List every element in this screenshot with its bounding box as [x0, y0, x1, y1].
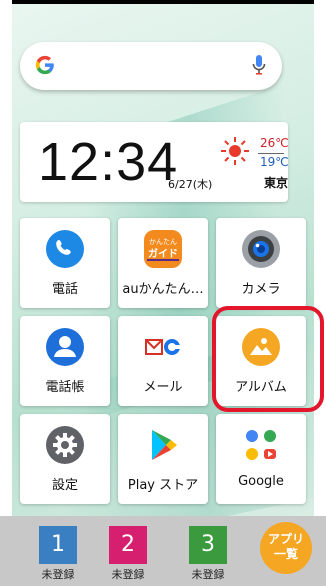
au-guide-icon-text-1: かんたん: [149, 238, 177, 246]
dock-shortcut-number: 1: [39, 526, 77, 564]
app-list-line1: アプリ: [267, 532, 304, 546]
sunny-weather-icon: [221, 137, 249, 165]
app-label: メール: [143, 380, 183, 395]
app-tile-au-kantan-guide[interactable]: かんたん ガイド auかんたん…: [118, 218, 208, 308]
dock-shortcut-number: 2: [109, 526, 147, 564]
app-tile-camera[interactable]: カメラ: [216, 218, 306, 308]
dock-shortcut-2[interactable]: 2 未登録: [98, 526, 158, 582]
app-label: 設定: [51, 478, 78, 493]
dock-shortcut-label: 未登録: [41, 568, 75, 581]
au-guide-icon-text-2: ガイド: [148, 247, 178, 260]
app-list-line2: 一覧: [273, 547, 298, 561]
album-highlight-frame: [212, 306, 324, 412]
app-tile-phone[interactable]: 電話: [20, 218, 110, 308]
app-tile-settings[interactable]: 設定: [20, 414, 110, 504]
dock-shortcut-3[interactable]: 3 未登録: [178, 526, 238, 582]
google-g-icon: [35, 55, 54, 75]
app-tile-contacts[interactable]: 電話帳: [20, 316, 110, 406]
app-label: 電話帳: [45, 380, 85, 395]
app-label: カメラ: [241, 282, 281, 297]
screen-left-margin: [0, 0, 12, 586]
dock-shortcut-1[interactable]: 1 未登録: [28, 526, 88, 582]
clock-date: 6/27(木): [168, 178, 213, 191]
au-kantan-guide-icon: かんたん ガイド: [144, 230, 182, 268]
camera-icon: [242, 230, 280, 268]
phone-icon: [46, 230, 84, 268]
google-apps-icon: [242, 426, 280, 464]
mail-icon: [144, 328, 182, 366]
clock-weather-widget[interactable]: 12:34 6/27(木) 26℃ 19℃ 東京: [20, 122, 289, 202]
app-tile-mail[interactable]: メール: [118, 316, 208, 406]
app-tile-google[interactable]: Google: [216, 414, 306, 504]
app-tile-play-store[interactable]: Play ストア: [118, 414, 208, 504]
google-search-bar[interactable]: [20, 42, 282, 90]
clock-time: 12:34: [38, 132, 179, 192]
weather-city: 東京: [264, 176, 289, 190]
contacts-icon: [46, 328, 84, 366]
screen-right-margin: [314, 0, 326, 586]
dock-shortcut-label: 未登録: [191, 568, 225, 581]
temperature-low: 19℃: [260, 155, 289, 169]
app-list-button[interactable]: アプリ 一覧: [260, 522, 312, 574]
settings-icon: [46, 426, 84, 464]
temperature-high: 26℃: [260, 136, 289, 150]
voice-search-icon[interactable]: [252, 54, 266, 76]
app-label: auかんたん…: [122, 282, 204, 297]
dock-shortcut-number: 3: [189, 526, 227, 564]
app-label: Google: [238, 474, 284, 489]
play-store-icon: [144, 426, 182, 464]
app-label: Play ストア: [127, 478, 199, 493]
app-label: 電話: [51, 282, 78, 297]
temperature-divider: [258, 153, 284, 154]
dock-shortcut-label: 未登録: [111, 568, 145, 581]
